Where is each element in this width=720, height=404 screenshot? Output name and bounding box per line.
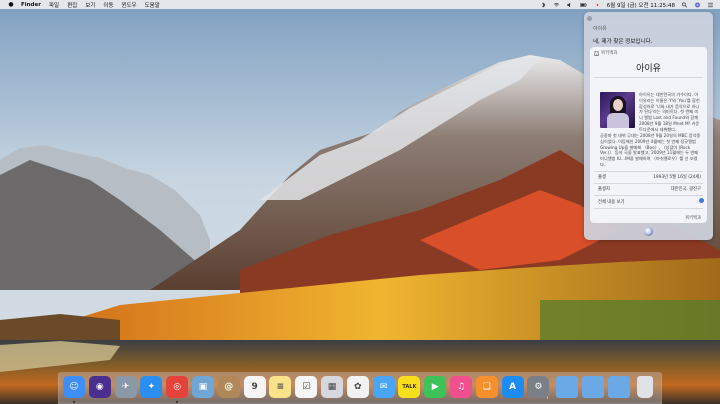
dock-icon-glyph: ✿ [354, 382, 362, 392]
menu-view[interactable]: 보기 [85, 1, 95, 9]
wiki-intro-text: 아이유는 대한민국의 가수이다. 아이유라는 이름은 'I'와 'You'를 합… [639, 92, 700, 132]
menu-go[interactable]: 이동 [103, 1, 113, 9]
dock-notes-icon[interactable]: ≡ [269, 376, 292, 398]
dock-icon-glyph: A [509, 382, 517, 392]
menu-window[interactable]: 윈도우 [121, 1, 136, 9]
wiki-title: 아이유 [636, 64, 661, 74]
info-label: 출생지 [598, 187, 610, 192]
menu-clock[interactable]: 6월 9일 (금) 오전 11:25:48 [607, 1, 675, 9]
dock-photos-icon[interactable]: ✿ [346, 376, 369, 398]
dock-icon-glyph: ✉ [379, 382, 388, 392]
siri-menu-icon[interactable] [694, 2, 701, 8]
apple-menu-icon[interactable]: ● [7, 1, 15, 8]
dock-icon-glyph: ◉ [95, 382, 104, 392]
spotlight-search-icon[interactable] [681, 2, 688, 8]
dock-icon-glyph: ▶ [431, 382, 439, 392]
bluetooth-icon[interactable] [540, 1, 547, 8]
dock-downloads-folder-icon[interactable] [608, 376, 630, 398]
dock-icon-glyph: ◎ [173, 382, 182, 392]
divider [594, 195, 703, 196]
dock-system-preferences-icon[interactable]: ⚙ [527, 376, 550, 398]
dock-icon-glyph: ☺ [69, 382, 79, 392]
siri-orb-icon[interactable] [644, 227, 653, 236]
dock-documents-folder-icon[interactable] [582, 376, 604, 398]
dock-icon-glyph: ▦ [327, 382, 337, 392]
dock-facetime-icon[interactable]: ▶ [424, 376, 447, 398]
divider [594, 208, 703, 209]
wifi-icon[interactable] [553, 2, 560, 8]
dock-applications-folder-icon[interactable] [556, 376, 578, 398]
dock-reminders-icon[interactable]: ☑ [295, 376, 318, 398]
info-value: 대한민국, 광진구 [670, 187, 701, 192]
dock-kakaotalk-icon[interactable]: TALK [398, 376, 421, 398]
dock-icon-glyph: 9 [251, 382, 258, 392]
dock-icon-glyph: ♫ [456, 382, 466, 392]
dock-icon-glyph: ❑ [482, 382, 491, 392]
dock-ibooks-icon[interactable]: ❑ [475, 376, 498, 398]
dock-messages-icon[interactable]: ✉ [372, 376, 395, 398]
dock-icon-glyph: ⚙ [534, 382, 543, 392]
divider [594, 171, 703, 172]
dock-launchpad-icon[interactable]: ✈ [114, 376, 137, 398]
dock-icon-glyph: ✦ [147, 382, 156, 392]
divider [594, 183, 703, 184]
menu-file[interactable]: 파일 [49, 1, 59, 9]
running-indicator [176, 401, 179, 403]
chevron-right-icon[interactable] [699, 198, 704, 203]
dock-icon-glyph: ▣ [198, 382, 208, 392]
dock-chrome-icon[interactable]: ◎ [166, 376, 189, 398]
dock-icon-glyph: ≡ [276, 382, 285, 392]
wikipedia-icon: W [594, 50, 599, 56]
dock-calendar-icon[interactable]: 9 [243, 376, 266, 398]
battery-icon[interactable] [579, 2, 588, 8]
dock-app-store-icon[interactable]: A [501, 376, 524, 398]
menu-edit[interactable]: 편집 [67, 1, 77, 9]
info-value: 1993년 5월 16일 (24세) [653, 175, 701, 180]
menu-app-name[interactable]: Finder [21, 2, 41, 8]
wikipedia-card[interactable]: W 위키백과 아이유 아이유는 대한민국의 가수이다. 아이유라는 이름은 'I… [590, 47, 707, 223]
wiki-source-header: W 위키백과 [594, 50, 618, 56]
dock: ☺ ◉ ✈ ✦ ◎ ▣ @9 ≡ ☑ ▦ ✿ ✉ TALK ▶ ♫ ❑ A ⚙ [58, 372, 662, 404]
menu-help[interactable]: 도움말 [145, 1, 160, 9]
flag-icon[interactable] [594, 2, 601, 8]
dock-icon-glyph: ✈ [121, 382, 130, 392]
siri-panel: 아이유 네, 제가 찾은 정보입니다. W 위키백과 아이유 아이유는 대한민국… [584, 12, 713, 240]
close-icon[interactable] [587, 16, 592, 21]
wiki-body-text: 공중파 첫 데뷔 무대는 2008년 9월 20일의 MBC 음악중심이었다. … [600, 133, 701, 167]
siri-query-text: 아이유 [593, 26, 607, 32]
menu-bar-status: 6월 9일 (금) 오전 11:25:48 [540, 0, 714, 9]
siri-response-text: 네, 제가 찾은 정보입니다. [593, 39, 653, 45]
menu-bar: ● Finder 파일 편집 보기 이동 윈도우 도움말 6월 9일 (금) 오… [0, 0, 720, 9]
dock-contacts-icon[interactable]: @ [217, 376, 240, 398]
info-label: 출생 [598, 175, 606, 180]
dock-itunes-icon[interactable]: ♫ [450, 376, 472, 398]
wiki-source-label: 위키백과 [601, 51, 618, 56]
wiki-footer-link[interactable]: 위키백과 [685, 215, 701, 221]
dock-safari-icon[interactable]: ✦ [140, 376, 163, 398]
dock-trash-icon[interactable] [637, 376, 653, 398]
dock-icon-glyph: @ [224, 382, 234, 392]
dock-preview-icon[interactable]: ▣ [192, 376, 214, 398]
info-label[interactable]: 전체 내용 보기 [598, 199, 624, 205]
running-indicator [73, 401, 75, 403]
notification-center-icon[interactable] [707, 2, 714, 8]
dock-siri-icon[interactable]: ◉ [88, 376, 111, 398]
dock-icon-glyph: TALK [402, 384, 417, 390]
dock-finder-icon[interactable]: ☺ [63, 376, 85, 398]
dock-icon-glyph: ☑ [302, 382, 311, 392]
volume-icon[interactable] [566, 2, 573, 8]
divider [594, 77, 703, 78]
profile-photo [600, 92, 635, 128]
dock-photo-booth-icon[interactable]: ▦ [321, 376, 343, 398]
